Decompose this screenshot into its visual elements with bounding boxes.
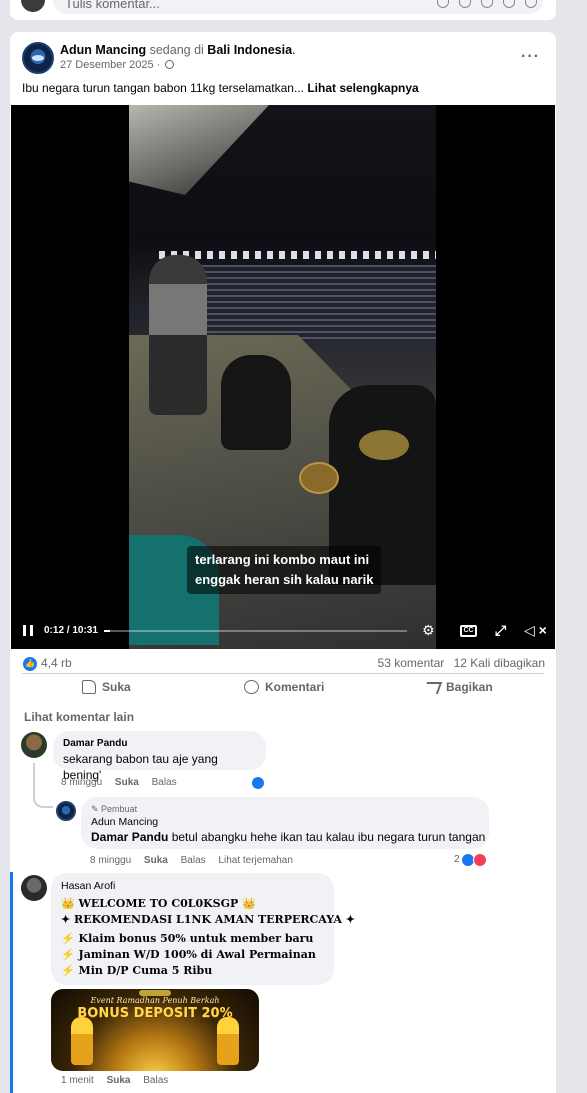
comment-like-button[interactable]: Suka: [115, 777, 139, 788]
comment-attachment-image[interactable]: Event Ramadhan Penuh Berkah BONUS DEPOSI…: [51, 989, 259, 1071]
comment-bubble: Damar Pandu sekarang babon tau aje yang …: [53, 731, 266, 782]
mention-link[interactable]: Damar Pandu: [91, 830, 168, 844]
volume-muted-icon[interactable]: ◁ ×: [524, 622, 547, 639]
video-player[interactable]: terlarang ini kombo maut ini enggak hera…: [11, 105, 555, 649]
video-time: 0:12 / 10:31: [44, 625, 98, 636]
author-badge: ✎ Pembuat: [91, 804, 138, 814]
love-reaction-icon[interactable]: [473, 853, 487, 867]
commenter-name[interactable]: Damar Pandu: [63, 737, 256, 751]
post-text: Ibu negara turun tangan babon 11kg terse…: [22, 81, 419, 95]
highlight-bar: [10, 872, 13, 1093]
current-user-avatar: [21, 0, 45, 12]
video-scene-person: [149, 255, 207, 415]
page-avatar[interactable]: [22, 42, 54, 74]
comment-like-button[interactable]: Suka: [107, 1075, 131, 1086]
video-scene-lights: [159, 251, 436, 259]
page-avatar[interactable]: [56, 801, 76, 821]
like-reaction-icon[interactable]: 👍: [23, 657, 37, 671]
commenter-avatar[interactable]: [21, 732, 47, 758]
post-date-line: 27 Desember 2025 ·: [60, 59, 175, 71]
commenter-name[interactable]: Adun Mancing: [91, 815, 479, 829]
video-scene-roof: [129, 105, 269, 195]
share-button[interactable]: Bagikan: [422, 680, 493, 694]
post-stats: 53 komentar 12 Kali dibagikan: [372, 656, 545, 670]
pause-icon[interactable]: [23, 625, 33, 636]
see-more-comments[interactable]: Lihat komentar lain: [24, 710, 134, 724]
more-options-button[interactable]: ···: [521, 48, 540, 66]
post-header-title: Adun Mancing sedang di Bali Indonesia.: [60, 43, 296, 57]
post-card: Adun Mancing sedang di Bali Indonesia. 2…: [10, 32, 556, 1093]
reply-text: Damar Pandu betul abangku hehe ikan tau …: [91, 830, 486, 844]
video-progress-fill: [104, 630, 110, 632]
comment-reply-button[interactable]: Balas: [181, 855, 206, 866]
comment-button[interactable]: Komentari: [244, 680, 324, 694]
comment-text-line: ⚡ Min D/P Cuma 5 Ribu: [61, 964, 213, 977]
captions-icon[interactable]: CC: [460, 625, 477, 637]
fullscreen-icon[interactable]: ⤢: [495, 622, 506, 639]
comment-time[interactable]: 1 menit: [61, 1075, 94, 1086]
video-scene-patch: [359, 430, 409, 460]
share-arrow-icon: [422, 682, 443, 694]
video-subtitles: terlarang ini kombo maut ini enggak hera…: [187, 546, 382, 594]
comment-meta: 1 menit Suka Balas: [61, 1075, 168, 1086]
reply-reaction-count[interactable]: 2: [454, 854, 460, 865]
reply-bubble: ✎ Pembuat Adun Mancing Damar Pandu betul…: [81, 797, 489, 849]
comment-reply-button[interactable]: Balas: [143, 1075, 168, 1086]
video-scene-water: [174, 265, 436, 340]
settings-gear-icon[interactable]: ⚙: [422, 622, 435, 639]
globe-icon: [165, 60, 175, 69]
comment-count[interactable]: 53 komentar: [378, 656, 445, 670]
comment-text-line: ⚡ Klaim bonus 50% untuk member baru: [61, 932, 314, 945]
commenter-avatar[interactable]: [21, 875, 47, 901]
post-date[interactable]: 27 Desember 2025: [60, 59, 154, 71]
reply-thread-line: [33, 763, 53, 808]
share-count[interactable]: 12 Kali dibagikan: [454, 656, 545, 670]
comment-like-button[interactable]: Suka: [144, 855, 168, 866]
promo-figure: [71, 1017, 93, 1065]
comment-meta: 8 minggu Suka Balas: [61, 777, 177, 788]
location-prefix: sedang di: [149, 43, 204, 57]
video-controls: 0:12 / 10:31 ⚙ CC ⤢ ◁ ×: [11, 613, 555, 649]
comment-time[interactable]: 8 minggu: [90, 855, 131, 866]
comment-bubble-icon: [244, 680, 259, 694]
previous-post-fragment: Tulis komentar...: [10, 0, 556, 20]
like-reaction-icon[interactable]: [251, 776, 265, 790]
reaction-count[interactable]: 4,4 rb: [41, 656, 72, 670]
thumbs-up-icon: [82, 680, 96, 694]
translate-link[interactable]: Lihat terjemahan: [218, 855, 293, 866]
post-location[interactable]: Bali Indonesia: [207, 43, 292, 57]
comment-text-line: ⚡ Jaminan W/D 100% di Awal Permainan: [61, 948, 316, 961]
video-scene-person: [221, 355, 291, 450]
like-button[interactable]: Suka: [82, 680, 131, 694]
promo-figure: [217, 1017, 239, 1065]
comment-bubble: Hasan Arofi 👑 WELCOME TO C0L0KSGP 👑 ✦ RE…: [51, 873, 355, 985]
comment-text-line: 👑 WELCOME TO C0L0KSGP 👑: [61, 897, 256, 910]
video-progress-bar[interactable]: [104, 630, 407, 632]
post-author[interactable]: Adun Mancing: [60, 43, 146, 57]
see-more-link[interactable]: Lihat selengkapnya: [307, 81, 418, 95]
post-actions: Suka Komentari Bagikan: [22, 673, 544, 701]
reply-meta: 8 minggu Suka Balas Lihat terjemahan: [90, 855, 293, 866]
commenter-name[interactable]: Hasan Arofi: [61, 879, 324, 893]
comment-text-line: ✦ REKOMENDASI L1NK AMAN TERPERCAYA ✦: [61, 913, 355, 926]
comment-time[interactable]: 8 minggu: [61, 777, 102, 788]
comment-reply-button[interactable]: Balas: [152, 777, 177, 788]
video-scene-bucket: [299, 462, 339, 494]
